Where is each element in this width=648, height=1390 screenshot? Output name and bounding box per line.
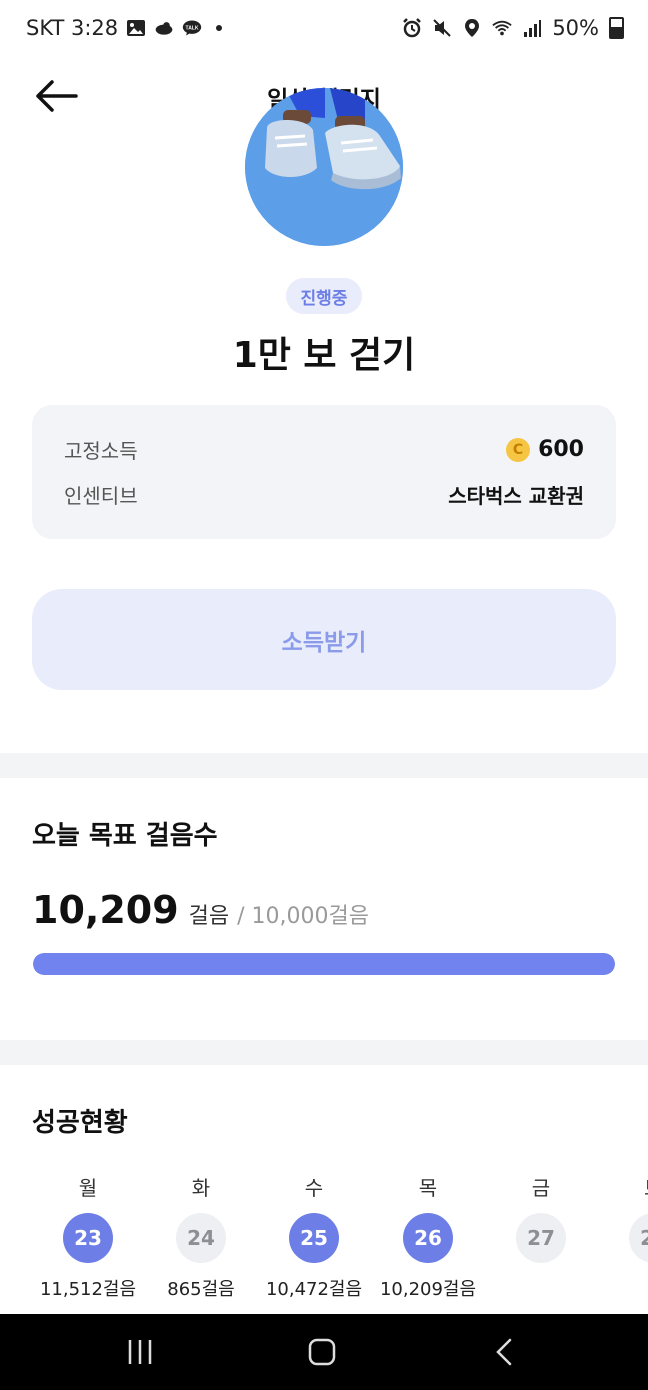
- steps-summary: 10,209 걸음 / 10,000걸음: [32, 888, 369, 932]
- reward-info-card: 고정소득 C 600 인센티브 스타벅스 교환권: [32, 405, 616, 539]
- home-button[interactable]: [292, 1332, 352, 1372]
- chevron-left-icon: [496, 1338, 512, 1366]
- recent-apps-button[interactable]: [110, 1332, 170, 1372]
- location-icon: [465, 19, 480, 37]
- kakaotalk-icon: TALK: [182, 20, 202, 36]
- receive-income-button[interactable]: 소득받기: [32, 589, 616, 690]
- steps-goal: / 10,000걸음: [237, 904, 369, 929]
- incentive-label: 인센티브: [64, 484, 138, 508]
- steps-unit: 걸음: [188, 904, 230, 929]
- home-icon: [308, 1338, 336, 1366]
- day-tuesday[interactable]: 화 24 865걸음: [136, 1172, 266, 1301]
- day-steps: 11,512걸음: [39, 1279, 137, 1300]
- day-thursday[interactable]: 목 26 10,209걸음: [363, 1172, 493, 1301]
- walking-shoes-illustration: [245, 88, 403, 246]
- gallery-icon: [127, 20, 146, 36]
- status-left: SKT 3:28 TALK: [26, 16, 223, 40]
- system-navigation-bar: [0, 1314, 648, 1390]
- day-date: 24: [176, 1213, 226, 1263]
- coin-amount: 600: [538, 437, 584, 462]
- day-saturday[interactable]: 토 28: [589, 1172, 648, 1263]
- day-name: 월: [78, 1176, 98, 1200]
- alarm-icon: [403, 18, 422, 38]
- day-date: 26: [403, 1213, 453, 1263]
- steps-progress-fill: [33, 953, 615, 975]
- incentive-row: 인센티브 스타벅스 교환권: [64, 480, 584, 509]
- fixed-income-label: 고정소득: [64, 439, 138, 463]
- weather-icon: [155, 22, 173, 35]
- section-divider: [0, 753, 648, 778]
- notification-dot: [216, 25, 223, 31]
- day-steps: 10,472걸음: [265, 1279, 363, 1300]
- wifi-icon: [492, 20, 512, 36]
- success-status-title: 성공현황: [32, 1108, 128, 1138]
- system-back-button[interactable]: [474, 1332, 534, 1372]
- day-friday[interactable]: 금 27: [476, 1172, 606, 1275]
- day-monday[interactable]: 월 23 11,512걸음: [23, 1172, 153, 1301]
- section-divider: [0, 1040, 648, 1065]
- incentive-value: 스타벅스 교환권: [448, 484, 584, 508]
- fixed-income-value: C 600: [506, 437, 584, 462]
- status-right: 50%: [402, 16, 624, 40]
- day-wednesday[interactable]: 수 25 10,472걸음: [249, 1172, 379, 1301]
- status-badge: 진행중: [286, 278, 362, 314]
- day-date: 25: [289, 1213, 339, 1263]
- today-goal-title: 오늘 목표 걸음수: [32, 821, 218, 851]
- day-date: 28: [629, 1213, 648, 1263]
- day-name: 목: [418, 1176, 438, 1200]
- mute-icon: [433, 19, 452, 37]
- steps-current: 10,209: [32, 888, 179, 932]
- steps-progress-bar: [33, 953, 615, 975]
- recent-apps-icon: [128, 1340, 152, 1364]
- svg-text:TALK: TALK: [186, 26, 199, 32]
- day-steps: 10,209걸음: [379, 1279, 477, 1300]
- weekly-calendar: 월 23 11,512걸음 화 24 865걸음 수 25 10,472걸음 목…: [0, 1172, 648, 1302]
- day-date: 27: [516, 1213, 566, 1263]
- carrier-time: SKT 3:28: [26, 16, 119, 40]
- day-name: 금: [531, 1176, 551, 1200]
- battery-percent: 50%: [552, 16, 599, 40]
- status-bar: SKT 3:28 TALK 50%: [0, 0, 648, 58]
- day-steps: 865걸음: [167, 1279, 235, 1300]
- fixed-income-row: 고정소득 C 600: [64, 435, 584, 464]
- coin-icon: C: [506, 437, 531, 462]
- battery-icon: [609, 17, 624, 39]
- day-date: 23: [63, 1213, 113, 1263]
- day-name: 토: [589, 1172, 648, 1202]
- day-name: 화: [191, 1176, 211, 1200]
- challenge-title: 1만 보 걷기: [232, 335, 416, 376]
- signal-icon: [524, 20, 542, 37]
- day-name: 수: [304, 1176, 324, 1200]
